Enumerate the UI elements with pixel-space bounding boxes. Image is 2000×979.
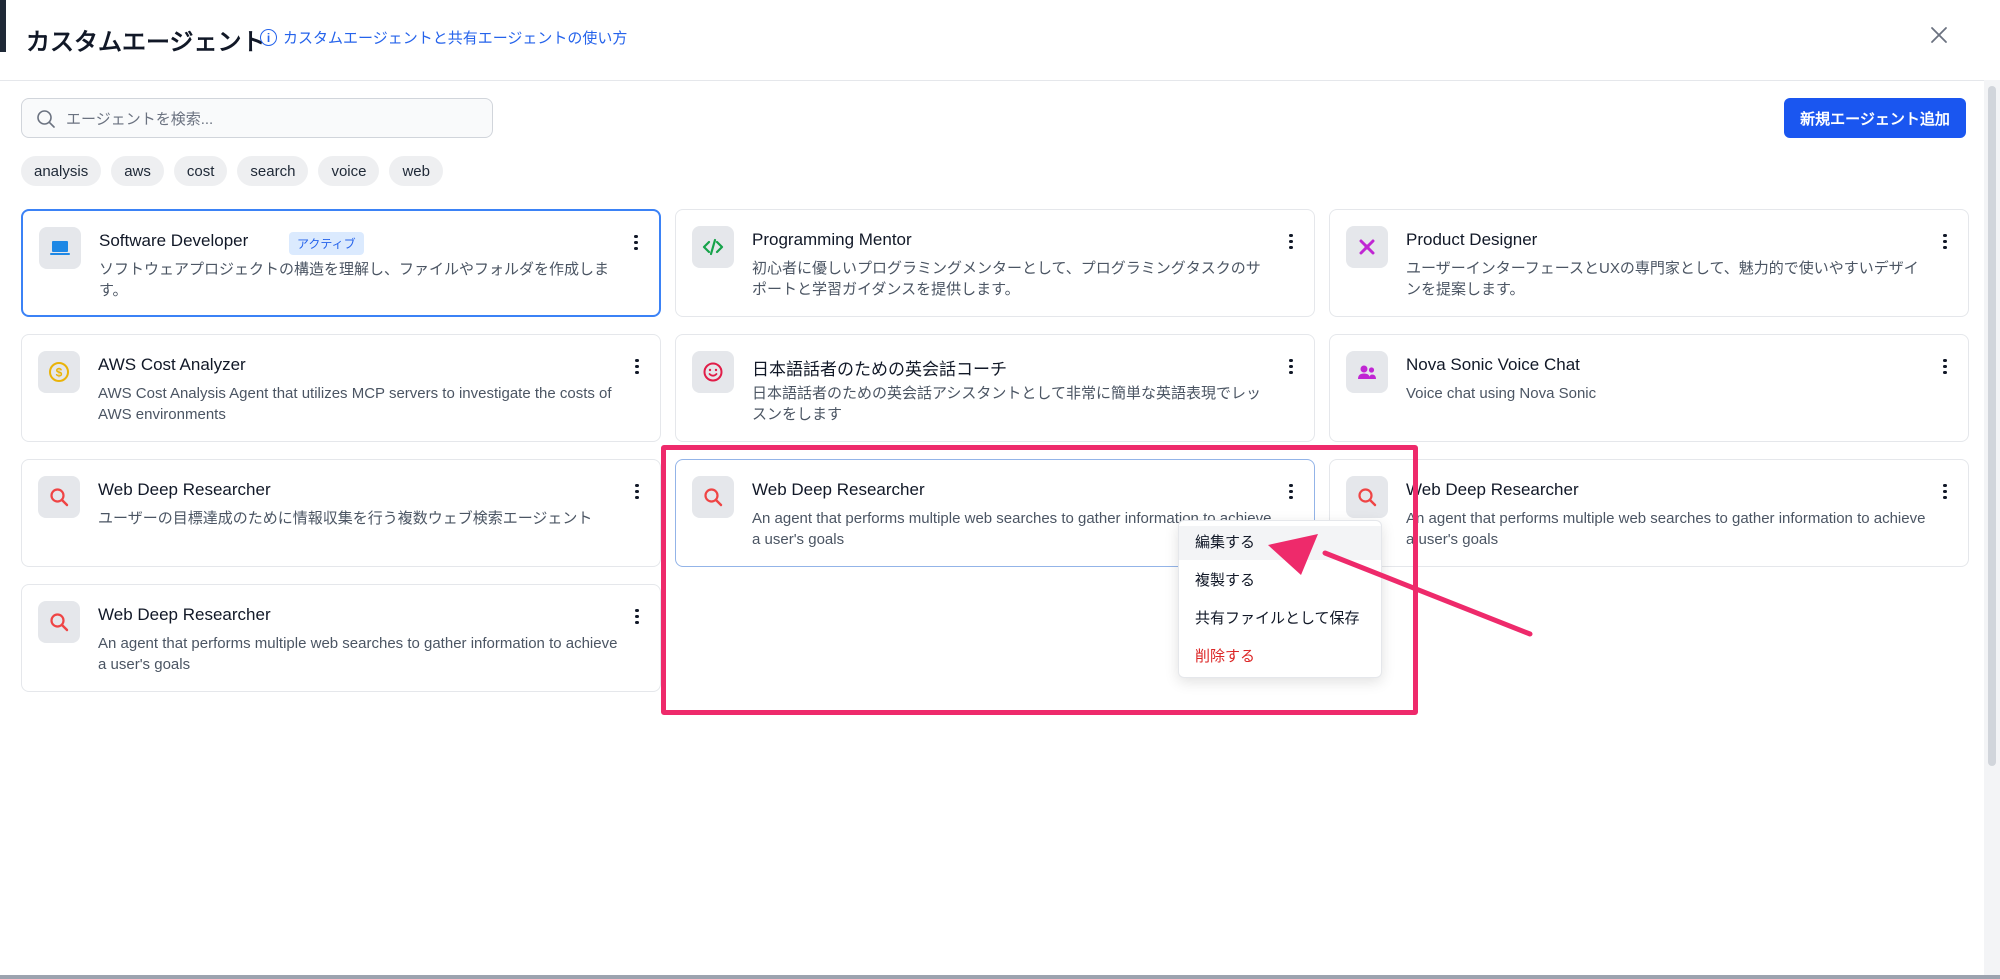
more-options-icon[interactable] (1286, 359, 1296, 379)
agent-name: Programming Mentor (752, 230, 912, 249)
agent-name: Product Designer (1406, 230, 1538, 249)
agent-name: Web Deep Researcher (98, 605, 271, 624)
agent-name: AWS Cost Analyzer (98, 355, 246, 374)
agent-card[interactable]: Programming Mentor 初心者に優しいプログラミングメンターとして… (675, 209, 1315, 317)
menu-item-duplicate[interactable]: 複製する (1179, 564, 1381, 598)
tag-search[interactable]: search (237, 156, 309, 186)
tag-web[interactable]: web (389, 156, 443, 186)
tag-cost[interactable]: cost (173, 156, 228, 186)
active-badge: アクティブ (289, 232, 364, 255)
search-box (21, 98, 493, 138)
agent-description: ユーザーの目標達成のために情報収集を行う複数ウェブ検索エージェント (98, 510, 593, 527)
tag-filter-list: analysis aws cost search voice web (21, 156, 443, 186)
agent-description: 日本語話者のための英会話アシスタントとして非常に簡単な英語表現でレッスンをします (752, 385, 1261, 423)
agent-name: Web Deep Researcher (98, 480, 271, 499)
tag-aws[interactable]: aws (111, 156, 164, 186)
smile-face-icon (692, 351, 734, 393)
agent-description: 初心者に優しいプログラミングメンターとして、プログラミングタスクのサポートと学習… (752, 260, 1261, 298)
more-options-icon[interactable] (1940, 484, 1950, 504)
more-options-icon[interactable] (631, 235, 641, 255)
agent-name: Web Deep Researcher (752, 480, 925, 499)
agent-description: An agent that performs multiple web sear… (98, 635, 618, 673)
agent-card[interactable]: 日本語話者のための英会話コーチ 日本語話者のための英会話アシスタントとして非常に… (675, 334, 1315, 442)
agent-description: ソフトウェアプロジェクトの構造を理解し、ファイルやフォルダを作成します。 (99, 261, 610, 299)
agent-card[interactable]: Web Deep Researcher An agent that perfor… (21, 584, 661, 692)
code-icon (692, 226, 734, 268)
scrollbar-thumb[interactable] (1988, 86, 1996, 766)
agent-description: AWS Cost Analysis Agent that utilizes MC… (98, 385, 612, 423)
more-options-icon[interactable] (1286, 234, 1296, 254)
more-options-icon[interactable] (1286, 484, 1296, 504)
agent-card[interactable]: Software Developer アクティブ ソフトウェアプロジェクトの構造… (21, 209, 661, 317)
context-menu: 編集する 複製する 共有ファイルとして保存 削除する (1178, 520, 1382, 678)
help-link[interactable]: i カスタムエージェントと共有エージェントの使い方 (260, 27, 627, 48)
close-button[interactable] (1926, 22, 1952, 48)
dollar-coin-icon: $ (38, 351, 80, 393)
agent-card[interactable]: Web Deep Researcher An agent that perfor… (1329, 459, 1969, 567)
search-input[interactable] (64, 107, 478, 131)
agent-description: An agent that performs multiple web sear… (1406, 510, 1926, 548)
close-icon (1931, 27, 1947, 43)
more-options-icon[interactable] (632, 359, 642, 379)
agent-card[interactable]: Nova Sonic Voice Chat Voice chat using N… (1329, 334, 1969, 442)
page-title: カスタムエージェント (26, 29, 266, 56)
tag-voice[interactable]: voice (318, 156, 380, 186)
search-icon (38, 476, 80, 518)
agent-card[interactable]: $ AWS Cost Analyzer AWS Cost Analysis Ag… (21, 334, 661, 442)
menu-item-save-shared[interactable]: 共有ファイルとして保存 (1179, 602, 1381, 636)
more-options-icon[interactable] (632, 484, 642, 504)
agent-description: ユーザーインターフェースとUXの専門家として、魅力的で使いやすいデザインを提案し… (1406, 260, 1919, 298)
help-link-label: カスタムエージェントと共有エージェントの使い方 (283, 30, 628, 47)
svg-text:$: $ (56, 366, 63, 380)
agent-name: Software Developer (99, 231, 249, 250)
search-icon (37, 110, 55, 128)
laptop-icon (39, 227, 81, 269)
menu-item-delete[interactable]: 削除する (1179, 640, 1381, 674)
more-options-icon[interactable] (1940, 234, 1950, 254)
search-icon (38, 601, 80, 643)
users-icon (1346, 351, 1388, 393)
agent-name: Nova Sonic Voice Chat (1406, 355, 1580, 374)
agent-name: Web Deep Researcher (1406, 480, 1579, 499)
search-icon (692, 476, 734, 518)
info-icon: i (260, 29, 277, 46)
agent-name: 日本語話者のための英会話コーチ (752, 360, 1007, 379)
more-options-icon[interactable] (1940, 359, 1950, 379)
search-icon (1346, 476, 1388, 518)
menu-item-edit[interactable]: 編集する (1179, 526, 1381, 560)
add-agent-button[interactable]: 新規エージェント追加 (1784, 98, 1966, 138)
agent-card[interactable]: Product Designer ユーザーインターフェースとUXの専門家として、… (1329, 209, 1969, 317)
design-tools-icon (1346, 226, 1388, 268)
tag-analysis[interactable]: analysis (21, 156, 102, 186)
agent-card[interactable]: Web Deep Researcher ユーザーの目標達成のために情報収集を行う… (21, 459, 661, 567)
window-bottom-edge (0, 975, 2000, 979)
agent-description: Voice chat using Nova Sonic (1406, 385, 1597, 402)
modal-header: カスタムエージェント i カスタムエージェントと共有エージェントの使い方 (0, 0, 1990, 81)
more-options-icon[interactable] (632, 609, 642, 629)
